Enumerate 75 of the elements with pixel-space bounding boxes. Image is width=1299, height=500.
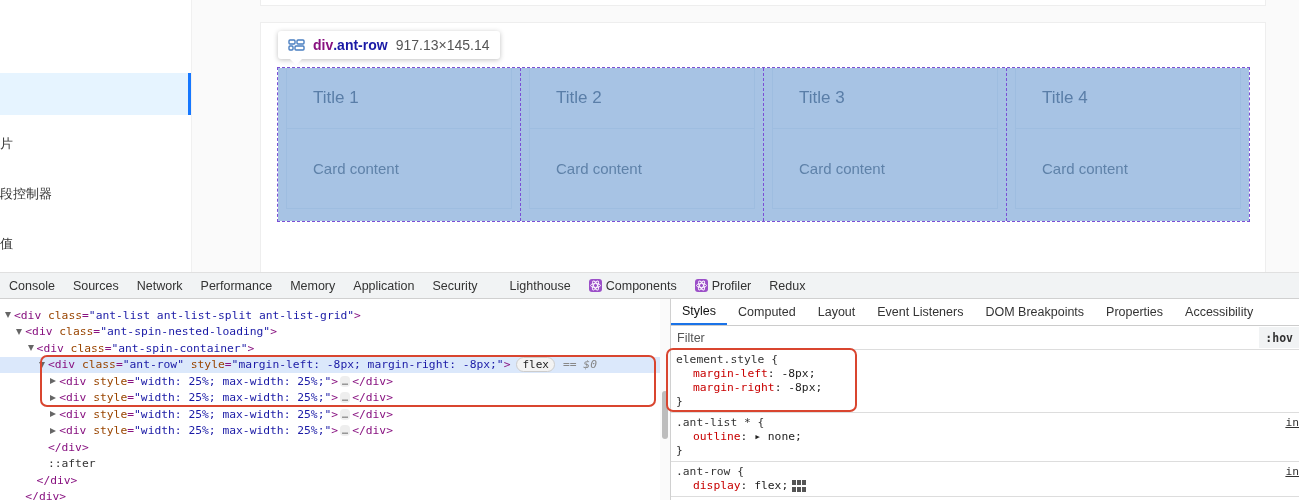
grid-layout-icon (288, 39, 305, 51)
dom-node[interactable]: <div class="ant-list ant-list-split ant-list-grid"> (14, 308, 361, 322)
atom-icon (694, 279, 708, 292)
rule-selector: .ant-list * { (676, 416, 765, 429)
card-title: Title 4 (1042, 88, 1088, 108)
styles-pane-tab[interactable]: Computed (727, 299, 807, 325)
card-content: Card content (1042, 160, 1128, 177)
ellipsis-button[interactable]: … (340, 408, 351, 420)
expand-triangle-icon[interactable] (27, 345, 34, 352)
closing-tag: </div> (36, 473, 78, 487)
card-content: Card content (556, 160, 642, 177)
closing-tag: </div> (47, 440, 89, 454)
dom-node[interactable]: <div style="width: 25%; max-width: 25%;"> (59, 407, 339, 421)
element-size: 917.13×145.14 (395, 37, 490, 53)
expand-triangle-icon[interactable] (50, 378, 57, 385)
dom-node[interactable]: <div class="ant-row" style="margin-left: -8px; margin-right: -8px;"> (47, 358, 511, 372)
expand-triangle-icon[interactable] (16, 328, 23, 335)
devtools-tab[interactable]: Redux (760, 273, 815, 298)
devtools-tab[interactable]: Lighthouse (500, 273, 580, 298)
selected-marker: == $0 (562, 358, 597, 372)
devtools-tab[interactable]: Components (579, 273, 686, 298)
ellipsis-button[interactable]: … (340, 375, 351, 387)
styles-pane-tab[interactable]: Layout (806, 299, 867, 325)
closing-tag: </div> (352, 424, 393, 438)
closing-brace: } (676, 395, 684, 409)
css-declaration[interactable]: display: flex; (693, 479, 789, 493)
hover-state-toggle[interactable]: :hov (1259, 327, 1299, 348)
card-content: Card content (799, 160, 885, 177)
closing-brace: } (676, 444, 684, 458)
source-link[interactable]: in (1285, 465, 1299, 479)
card-content: Card content (313, 160, 399, 177)
dom-node[interactable]: <div style="width: 25%; max-width: 25%;"> (59, 424, 339, 438)
css-declaration[interactable]: outline: ▸ none; (693, 430, 802, 444)
source-link[interactable]: in (1285, 416, 1299, 430)
closing-tag: </div> (352, 407, 393, 421)
devtools-tab[interactable]: Security (423, 273, 487, 298)
ellipsis-button[interactable]: … (340, 425, 351, 437)
css-declaration[interactable]: margin-right: -8px; (693, 381, 823, 395)
devtools-tab[interactable]: Profiler (685, 273, 761, 298)
sidebar-item[interactable]: 值 (0, 223, 191, 265)
flex-badge[interactable]: flex (516, 357, 555, 373)
element-selector: div.ant-row (313, 37, 388, 53)
styles-pane-tab[interactable]: DOM Breakpoints (974, 299, 1096, 325)
ellipsis-button[interactable]: … (340, 392, 351, 404)
devtools-tab[interactable]: Network (127, 273, 192, 298)
closing-tag: </div> (352, 391, 393, 405)
expand-triangle-icon[interactable] (50, 394, 57, 401)
rule-selector: element.style { (676, 353, 779, 366)
rule-selector: .ant-row { (676, 465, 744, 478)
devtools-tab[interactable]: Sources (63, 273, 128, 298)
styles-pane-tab[interactable]: Event Listeners (866, 299, 975, 325)
styles-pane-tab[interactable]: Accessibility (1174, 299, 1265, 325)
sidebar-item[interactable]: 段控制器 (0, 173, 191, 215)
card-title: Title 1 (313, 88, 359, 108)
scrollbar-thumb[interactable] (662, 391, 668, 439)
dom-node[interactable]: <div style="width: 25%; max-width: 25%;"> (59, 391, 339, 405)
closing-tag: </div> (352, 374, 393, 388)
expand-triangle-icon[interactable] (50, 427, 57, 434)
atom-icon (588, 279, 602, 292)
card-title: Title 2 (556, 88, 602, 108)
card-title: Title 3 (799, 88, 845, 108)
dom-node[interactable]: <div style="width: 25%; max-width: 25%;"> (59, 374, 339, 388)
dom-node[interactable]: <div class="ant-spin-nested-loading"> (25, 325, 277, 339)
devtools-tab[interactable]: Console (0, 273, 64, 298)
devtools-tab[interactable]: Memory (281, 273, 345, 298)
css-declaration[interactable]: margin-left: -8px; (693, 367, 816, 381)
pseudo-element[interactable]: ::after (47, 457, 96, 471)
expand-triangle-icon[interactable] (50, 411, 57, 418)
expand-triangle-icon[interactable] (5, 312, 11, 319)
devtools-tab[interactable]: Application (344, 273, 424, 298)
sidebar-item[interactable]: 片 (0, 123, 191, 165)
dom-node[interactable]: <div class="ant-spin-container"> (36, 341, 255, 355)
styles-pane-tab[interactable]: Properties (1095, 299, 1175, 325)
devtools-tab[interactable]: Performance (191, 273, 282, 298)
flex-editor-icon[interactable] (792, 480, 807, 492)
